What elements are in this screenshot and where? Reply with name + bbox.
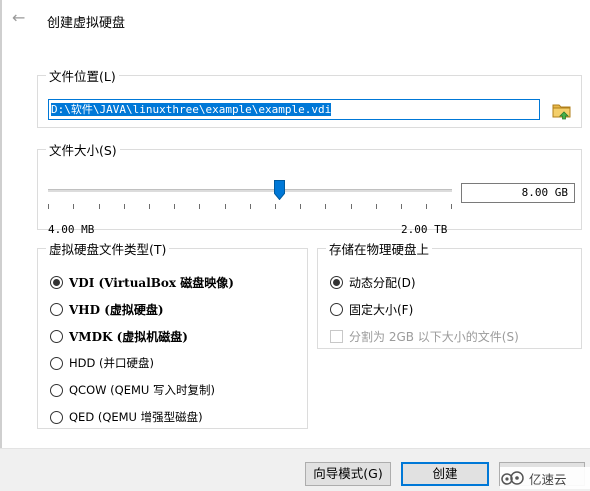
radio-dynamic[interactable]: 动态分配(D): [330, 273, 416, 291]
radio-vdi[interactable]: VDI (VirtualBox 磁盘映像): [50, 273, 234, 291]
dialog-footer: 向导模式(G) 创建 亿速云: [0, 448, 590, 491]
radio-button-selected[interactable]: [50, 275, 63, 289]
radio-vdi-label: VDI (VirtualBox 磁盘映像): [69, 275, 234, 290]
file-path-text: D:\软件\JAVA\linuxthree\example\example.vd…: [51, 103, 332, 116]
storage-legend: 存储在物理硬盘上: [329, 242, 430, 257]
slider-tick: [275, 204, 276, 209]
radio-hdd-label: HDD (并口硬盘): [69, 356, 154, 370]
slider-tick: [401, 204, 402, 209]
watermark-text: 亿速云: [529, 471, 567, 487]
slider-tick: [426, 204, 427, 209]
slider-tick: [300, 204, 301, 209]
size-slider-thumb[interactable]: [274, 180, 285, 201]
slider-tick: [199, 204, 200, 209]
size-slider-track[interactable]: [48, 189, 452, 192]
file-size-legend: 文件大小(S): [49, 143, 117, 158]
radio-button[interactable]: [50, 383, 63, 397]
radio-button[interactable]: [50, 410, 63, 424]
slider-tick: [250, 204, 251, 209]
radio-button[interactable]: [330, 302, 343, 316]
slider-tick: [99, 204, 100, 209]
slider-tick: [73, 204, 74, 209]
watermark: 亿速云: [500, 467, 590, 489]
file-location-legend: 文件位置(L): [49, 69, 116, 84]
size-max-label: 2.00 TB: [401, 223, 448, 236]
split-checkbox[interactable]: [330, 329, 343, 343]
slider-tick: [351, 204, 352, 209]
radio-vmdk-label: VMDK (虚拟机磁盘): [69, 329, 188, 344]
wizard-mode-button[interactable]: 向导模式(G): [305, 462, 391, 486]
radio-button[interactable]: [50, 356, 63, 370]
disk-type-group: 虚拟硬盘文件类型(T) VDI (VirtualBox 磁盘映像) VHD (虚…: [37, 239, 308, 429]
radio-qcow-label: QCOW (QEMU 写入时复制): [69, 383, 215, 397]
folder-browse-icon[interactable]: [551, 99, 573, 121]
back-arrow-icon[interactable]: ←: [12, 8, 25, 28]
storage-group: 存储在物理硬盘上 动态分配(D) 固定大小(F) 分割为 2GB 以下大小的文件…: [317, 239, 582, 349]
window-left-edge: [0, 0, 2, 491]
size-value-input[interactable]: 8.00 GB: [461, 183, 575, 203]
create-button[interactable]: 创建: [401, 462, 489, 486]
size-min-label: 4.00 MB: [48, 223, 95, 236]
radio-qed-label: QED (QEMU 增强型磁盘): [69, 410, 203, 424]
radio-dynamic-label: 动态分配(D): [349, 275, 416, 290]
slider-tick: [124, 204, 125, 209]
radio-button[interactable]: [50, 302, 63, 316]
slider-tick: [149, 204, 150, 209]
file-size-group: 文件大小(S) 8.00 GB 4.00 MB 2.00 TB: [37, 140, 582, 236]
slider-tick: [174, 204, 175, 209]
file-path-input[interactable]: D:\软件\JAVA\linuxthree\example\example.vd…: [48, 99, 540, 120]
radio-vhd[interactable]: VHD (虚拟硬盘): [50, 300, 164, 318]
radio-fixed[interactable]: 固定大小(F): [330, 300, 413, 318]
slider-tick: [48, 204, 49, 209]
split-checkbox-label: 分割为 2GB 以下大小的文件(S): [349, 329, 519, 344]
radio-hdd[interactable]: HDD (并口硬盘): [50, 354, 154, 372]
radio-fixed-label: 固定大小(F): [349, 302, 414, 317]
slider-tick: [451, 204, 452, 209]
radio-qed[interactable]: QED (QEMU 增强型磁盘): [50, 408, 203, 426]
slider-tick: [376, 204, 377, 209]
radio-button-selected[interactable]: [330, 275, 343, 289]
radio-qcow[interactable]: QCOW (QEMU 写入时复制): [50, 381, 215, 399]
split-checkbox-row[interactable]: 分割为 2GB 以下大小的文件(S): [330, 327, 519, 345]
radio-button[interactable]: [50, 329, 63, 343]
radio-vhd-label: VHD (虚拟硬盘): [69, 302, 164, 317]
file-location-group: 文件位置(L) D:\软件\JAVA\linuxthree\example\ex…: [37, 66, 582, 128]
radio-vmdk[interactable]: VMDK (虚拟机磁盘): [50, 327, 188, 345]
page-title: 创建虚拟硬盘: [47, 16, 126, 31]
disk-type-legend: 虚拟硬盘文件类型(T): [49, 242, 167, 257]
cloud-logo-icon: [501, 471, 524, 485]
slider-tick: [325, 204, 326, 209]
slider-tick: [225, 204, 226, 209]
